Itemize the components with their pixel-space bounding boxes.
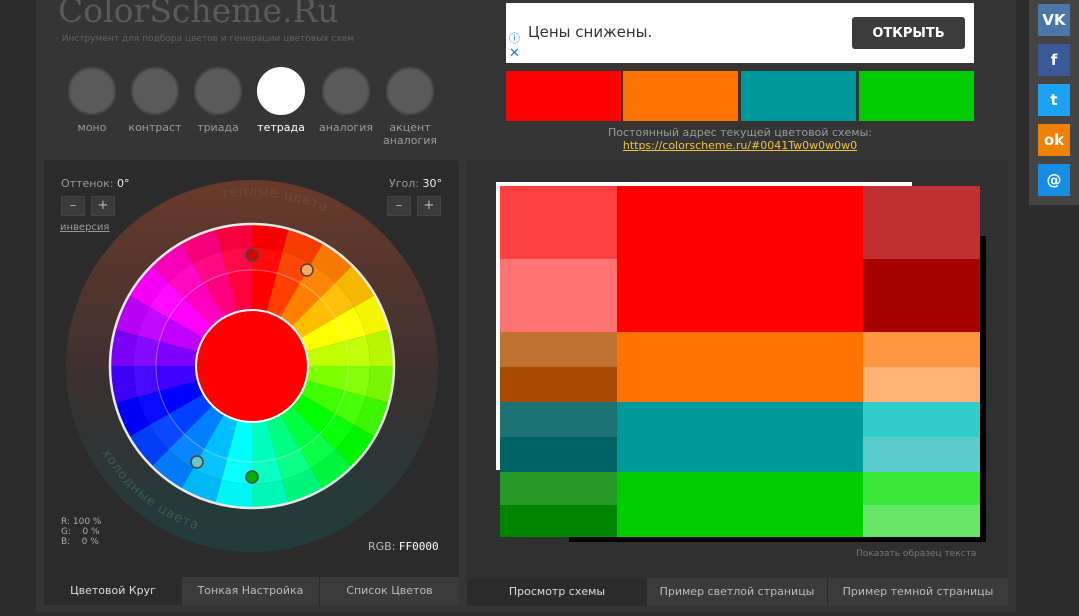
tab-color-list[interactable]: Список Цветов	[319, 577, 459, 605]
mode-label: контраст	[128, 121, 182, 134]
palette-cell[interactable]	[863, 505, 980, 537]
wheel-marker-complement[interactable]	[245, 470, 259, 484]
rgb-b: B: 0 %	[61, 537, 99, 547]
palette-cell[interactable]	[617, 437, 863, 472]
palette-cell[interactable]	[500, 437, 617, 472]
palette-cell[interactable]	[863, 367, 980, 402]
palette-cell[interactable]	[617, 402, 863, 437]
tab-fine-tuning[interactable]: Тонкая Настройка	[181, 577, 319, 605]
rgb-g: G: 0 %	[61, 527, 100, 537]
tab-dark-page-example[interactable]: Пример темной страницы	[827, 578, 1008, 606]
palette-grid	[500, 186, 980, 537]
triad-mode-icon	[194, 67, 242, 115]
palette-cell[interactable]	[500, 472, 617, 505]
ad-banner[interactable]: ⓘ ✕ Цены снижены. ОТКРЫТЬ	[506, 3, 974, 63]
facebook-icon[interactable]: f	[1038, 44, 1070, 76]
rgb-hex-readout: RGB: FF0000	[368, 540, 439, 553]
mode-label: моно	[77, 121, 107, 134]
show-sample-text-link[interactable]: Показать образец текста	[856, 549, 976, 559]
vk-icon[interactable]: VK	[1038, 4, 1070, 36]
mode-accent-analogy[interactable]: акцент аналогия	[377, 67, 443, 147]
palette-cell[interactable]	[500, 505, 617, 537]
permalink-link[interactable]: https://colorscheme.ru/#0041Tw0w0w0w0	[506, 139, 974, 152]
mode-label: триада	[197, 121, 239, 134]
tab-color-wheel[interactable]: Цветовой Круг	[44, 577, 181, 605]
swatch-complement[interactable]	[859, 71, 974, 121]
color-wheel[interactable]: тёплые цвета холодные цвета	[66, 180, 438, 552]
ad-close-icon[interactable]: ✕	[509, 46, 520, 61]
palette-cell[interactable]	[863, 472, 980, 505]
contrast-mode-icon	[131, 67, 179, 115]
palette-cell[interactable]	[863, 186, 980, 259]
rgb-hex-label: RGB:	[368, 540, 396, 553]
palette-cell[interactable]	[500, 186, 617, 259]
tetrad-mode-icon	[257, 67, 305, 115]
palette-cell[interactable]	[863, 402, 980, 437]
mono-mode-icon	[68, 67, 116, 115]
ad-text: Цены снижены.	[528, 23, 653, 41]
mode-label: акцент аналогия	[383, 121, 437, 147]
selected-color-circle	[195, 309, 309, 423]
twitter-icon[interactable]: t	[1038, 84, 1070, 116]
palette-cell[interactable]	[863, 437, 980, 472]
analogy-mode-icon	[322, 67, 370, 115]
mode-contrast[interactable]: контраст	[122, 67, 188, 134]
palette-cell[interactable]	[617, 259, 863, 332]
mode-label: аналогия	[319, 121, 373, 134]
palette-cell[interactable]	[617, 332, 863, 367]
site-subtitle: · Инструмент для подбора цветов и генера…	[56, 34, 360, 44]
palette-cell[interactable]	[617, 186, 863, 259]
page: ColorScheme.Ru · Инструмент для подбора …	[0, 0, 1079, 616]
odnoklassniki-icon[interactable]: ok	[1038, 124, 1070, 156]
ad-info-icon[interactable]: ⓘ	[509, 30, 520, 46]
rgb-percentages: R: 100 % G: 0 % B: 0 %	[61, 517, 101, 547]
swatch-secondary-b[interactable]	[741, 71, 856, 121]
mail-icon[interactable]: @	[1038, 164, 1070, 196]
palette-cell[interactable]	[863, 332, 980, 367]
palette-cell[interactable]	[617, 505, 863, 537]
palette-cell[interactable]	[500, 367, 617, 402]
swatch-primary[interactable]	[506, 71, 621, 121]
palette-cell[interactable]	[617, 472, 863, 505]
palette-cell[interactable]	[863, 259, 980, 332]
site-title[interactable]: ColorScheme.Ru	[58, 0, 339, 30]
permalink-label: Постоянный адрес текущей цветовой схемы:	[607, 126, 872, 139]
mode-label: тетрада	[257, 121, 305, 134]
social-share-bar: VK f t ok @	[1029, 0, 1079, 205]
rgb-r: R: 100 %	[61, 517, 102, 527]
palette-cell[interactable]	[617, 367, 863, 402]
mode-analogy[interactable]: аналогия	[313, 67, 379, 134]
palette-cell[interactable]	[500, 402, 617, 437]
rgb-hex-value[interactable]: FF0000	[399, 540, 439, 553]
tab-scheme-preview[interactable]: Просмотр схемы	[467, 578, 646, 606]
ad-open-button[interactable]: ОТКРЫТЬ	[852, 17, 965, 49]
tab-light-page-example[interactable]: Пример светлой страницы	[646, 578, 827, 606]
wheel-marker-secondary[interactable]	[300, 263, 314, 277]
wheel-marker-tertiary[interactable]	[190, 455, 204, 469]
palette-cell[interactable]	[500, 332, 617, 367]
mode-triad[interactable]: триада	[185, 67, 251, 134]
wheel-marker-primary[interactable]	[245, 248, 259, 262]
scheme-swatches	[506, 71, 974, 121]
palette-cell[interactable]	[500, 259, 617, 332]
accent-analogy-mode-icon	[386, 67, 434, 115]
mode-mono[interactable]: моно	[59, 67, 125, 134]
mode-tetrad[interactable]: тетрада	[248, 67, 314, 134]
swatch-secondary-a[interactable]	[623, 71, 738, 121]
